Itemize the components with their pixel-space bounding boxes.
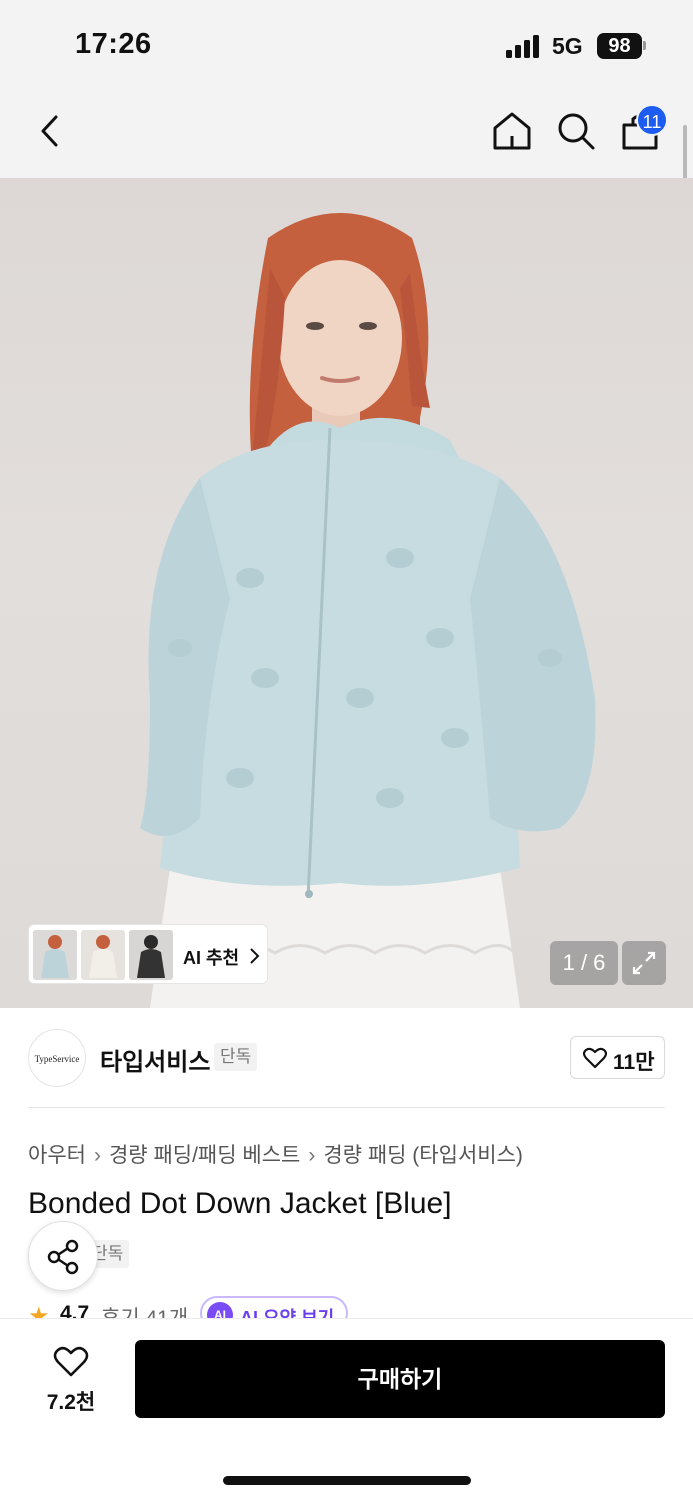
ai-summary-button[interactable]: AI AI 요약 보기 [200,1296,348,1318]
product-title: Bonded Dot Down Jacket [Blue] [28,1187,452,1220]
product-image[interactable] [0,178,693,1008]
brand-name[interactable]: 타입서비스 [100,1042,210,1077]
battery-cap [643,41,646,50]
image-counter: 1 / 6 [550,941,618,985]
ai-summary-label: AI 요약 보기 [240,1308,335,1318]
breadcrumb-item[interactable]: 경량 패딩 (타입서비스) [323,1139,523,1169]
share-icon [47,1239,79,1275]
back-icon[interactable] [26,106,76,156]
chevron-right-icon [250,948,260,964]
breadcrumb-item[interactable]: 아우터 [28,1139,86,1169]
ai-thumbnail-2[interactable] [81,930,125,980]
breadcrumb-item[interactable]: 경량 패딩/패딩 베스트 [109,1139,300,1169]
wishlist-button[interactable]: 7.2천 [40,1342,102,1414]
breadcrumb-chevron-icon: › [93,1144,101,1167]
battery-icon: 98 [597,33,642,59]
cart-count-badge: 11 [636,104,668,136]
heart-icon [53,1346,89,1377]
network-type: 5G [552,33,583,59]
review-count-link[interactable]: 후기 41개 [101,1302,188,1318]
ai-thumbnail-1[interactable] [33,930,77,980]
brand-like-count: 11만 [613,1051,655,1074]
star-icon: ★ [28,1303,50,1318]
breadcrumb: 아우터 › 경량 패딩/패딩 베스트 › 경량 패딩 (타입서비스) [28,1139,523,1167]
product-page: 17:26 5G 98 11 AI 추천 1 / 6 TypeService 타… [0,0,693,1500]
signal-icon [506,34,542,58]
brand-like-button[interactable]: 11만 [570,1036,665,1079]
rating-row: ★ 4.7 후기 41개 AI AI 요약 보기 [28,1296,668,1318]
rating-score: 4.7 [60,1302,90,1318]
ai-thumbnail-3[interactable] [129,930,173,980]
status-time: 17:26 [75,28,152,60]
share-button[interactable] [28,1221,98,1291]
exclusive-tag: 단독 [214,1043,258,1071]
ai-recommend-label[interactable]: AI 추천 [183,944,239,970]
status-bar: 17:26 5G 98 [0,0,693,92]
search-icon[interactable] [551,106,601,156]
heart-icon [583,1047,607,1069]
home-indicator [223,1476,471,1485]
breadcrumb-chevron-icon: › [308,1144,316,1167]
buy-button[interactable]: 구매하기 [135,1340,665,1418]
divider [28,1107,665,1108]
brand-logo[interactable]: TypeService [28,1029,86,1087]
home-icon[interactable] [487,106,537,156]
expand-icon[interactable] [622,941,666,985]
product-photo-illustration [140,213,596,1008]
wishlist-count: 7.2천 [46,1391,96,1414]
ai-badge-icon: AI [207,1302,233,1318]
top-nav [0,92,693,178]
